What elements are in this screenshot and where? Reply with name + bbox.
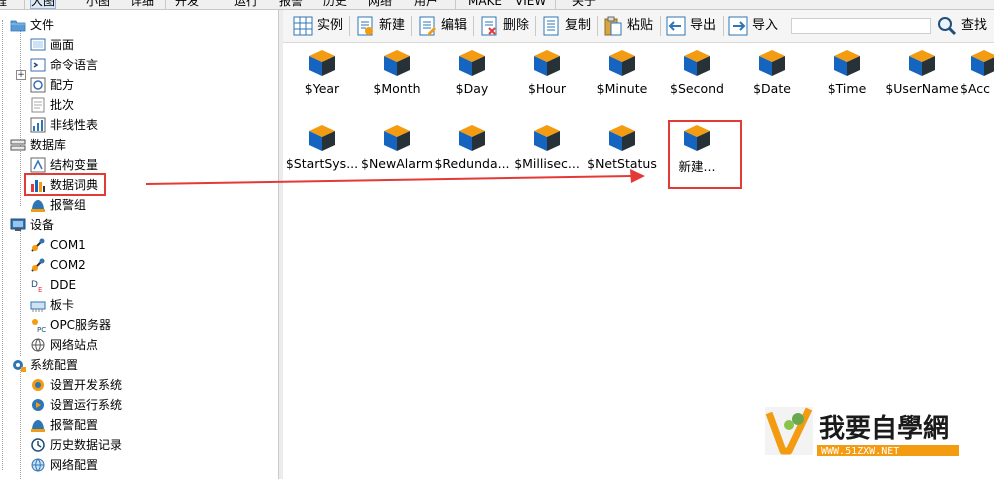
watermark-title: 我要自學網 (819, 413, 949, 444)
watermark-graphic: 我要自學網 WWW.51ZXW.NET (765, 407, 959, 457)
watermark-url: WWW.51ZXW.NET (821, 446, 899, 457)
watermark-logo: 我要自學網 WWW.51ZXW.NET (765, 403, 965, 458)
